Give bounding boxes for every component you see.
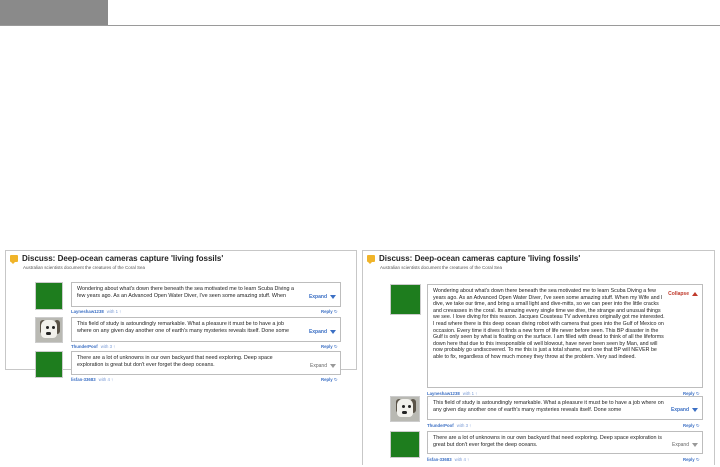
comment-username[interactable]: ThunderPoof	[71, 344, 98, 349]
avatar-dog-nose	[46, 332, 51, 335]
comment-body: This field of study is astoundingly rema…	[71, 317, 341, 342]
comment-text: There are a lot of unknowns in our own b…	[77, 355, 273, 368]
reply-icon: ↻	[333, 309, 338, 314]
comment-text: This field of study is astoundingly rema…	[433, 400, 664, 413]
reply-icon: ↻	[333, 377, 338, 382]
comment-body: Wondering about what's down there beneat…	[427, 284, 703, 388]
comment-text: Wondering about what's down there beneat…	[77, 286, 294, 299]
avatar[interactable]	[35, 351, 63, 378]
reply-link[interactable]: Reply ↻	[683, 423, 700, 429]
comment-bubble-icon	[367, 255, 375, 264]
collapse-button[interactable]: Collapse	[668, 291, 698, 297]
reply-label: Reply	[683, 457, 695, 462]
expand-label: Expand	[310, 363, 327, 369]
discussion-title-text: Discuss: Deep-ocean cameras capture 'liv…	[22, 254, 224, 263]
discussion-title-text: Discuss: Deep-ocean cameras capture 'liv…	[379, 254, 581, 263]
expand-label: Expand	[308, 294, 327, 300]
discussion-title: Discuss: Deep-ocean cameras capture 'liv…	[10, 254, 224, 264]
collapse-label: Collapse	[668, 291, 689, 297]
avatar-dog-face	[397, 399, 413, 417]
reply-icon: ↻	[695, 423, 700, 428]
expand-button[interactable]: Expand	[671, 407, 698, 413]
comment-body: There are a lot of unknowns in our own b…	[71, 351, 341, 375]
chevron-down-icon	[330, 364, 336, 368]
like-count[interactable]: with 3 ↑	[101, 344, 116, 349]
comment-body: There are a lot of unknowns in our own b…	[427, 431, 703, 454]
comment-username[interactable]: ThunderPoof	[427, 423, 454, 428]
avatar-dog-eye	[46, 326, 49, 329]
comment-text: Wondering about what's down there beneat…	[433, 288, 665, 361]
reply-label: Reply	[321, 377, 333, 382]
avatar-dog-face	[41, 320, 57, 338]
chevron-up-icon	[692, 292, 698, 296]
avatar-dog-nose	[402, 411, 407, 414]
expand-label: Expand	[670, 407, 689, 413]
header-rule	[0, 25, 720, 26]
expand-button[interactable]: Expand	[672, 442, 698, 448]
discussion-panel-expanded: Discuss: Deep-ocean cameras capture 'liv…	[362, 250, 715, 465]
comment-meta: ThunderPoof with 3 ↑	[427, 423, 471, 428]
reply-icon: ↻	[695, 457, 700, 462]
expand-button[interactable]: Expand	[310, 363, 336, 369]
comment-username[interactable]: lisfan-33683	[427, 457, 452, 462]
reply-label: Reply	[321, 344, 333, 349]
header-block	[0, 0, 108, 26]
comment-body: Wondering about what's down there beneat…	[71, 282, 341, 307]
avatar[interactable]	[390, 431, 420, 458]
comment-username[interactable]: lisfan-33683	[71, 377, 96, 382]
avatar-dog-eye	[52, 326, 55, 329]
reply-link[interactable]: Reply ↻	[321, 344, 338, 350]
like-count[interactable]: with 3 ↑	[457, 423, 472, 428]
comment-paragraph: I read where there is this deep ocean di…	[433, 320, 664, 360]
avatar[interactable]	[35, 317, 63, 343]
comment-meta: ThunderPoof with 3 ↑	[71, 344, 115, 349]
avatar[interactable]	[390, 284, 421, 315]
expand-label: Expand	[672, 442, 689, 448]
like-count[interactable]: with 1 ↑	[107, 309, 122, 314]
comment-username[interactable]: Layneshaw1238	[71, 309, 104, 314]
chevron-down-icon	[692, 408, 698, 412]
expand-label: Expand	[308, 329, 327, 335]
comment-meta: Layneshaw1238 with 1 ↑	[71, 309, 121, 314]
reply-label: Reply	[321, 309, 333, 314]
expand-button[interactable]: Expand	[309, 294, 336, 300]
comment-text: This field of study is astoundingly rema…	[77, 321, 289, 334]
comment-text: There are a lot of unknowns in our own b…	[433, 435, 662, 448]
chevron-down-icon	[330, 330, 336, 334]
reply-label: Reply	[683, 423, 695, 428]
comment-paragraph: Wondering about what's down there beneat…	[433, 288, 665, 321]
discussion-subtitle: Australian scientists document the creat…	[380, 265, 503, 270]
chevron-down-icon	[692, 443, 698, 447]
avatar[interactable]	[390, 396, 420, 422]
reply-link[interactable]: Reply ↻	[683, 457, 700, 463]
chevron-down-icon	[330, 295, 336, 299]
avatar-dog-eye	[402, 405, 405, 408]
avatar-dog-eye	[408, 405, 411, 408]
reply-link[interactable]: Reply ↻	[321, 309, 338, 315]
like-count[interactable]: with 4 ↑	[455, 457, 470, 462]
reply-link[interactable]: Reply ↻	[321, 377, 338, 383]
comment-body: This field of study is astoundingly rema…	[427, 396, 703, 420]
comment-meta: lisfan-33683 with 4 ↑	[71, 377, 113, 382]
discussion-title: Discuss: Deep-ocean cameras capture 'liv…	[367, 254, 581, 264]
expand-button[interactable]: Expand	[309, 329, 336, 335]
discussion-subtitle: Australian scientists document the creat…	[23, 265, 146, 270]
discussion-panel-collapsed: Discuss: Deep-ocean cameras capture 'liv…	[5, 250, 357, 382]
comment-meta: lisfan-33683 with 4 ↑	[427, 457, 469, 462]
reply-icon: ↻	[333, 344, 338, 349]
like-count[interactable]: with 4 ↑	[99, 377, 114, 382]
avatar[interactable]	[35, 282, 63, 310]
comment-bubble-icon	[10, 255, 18, 264]
